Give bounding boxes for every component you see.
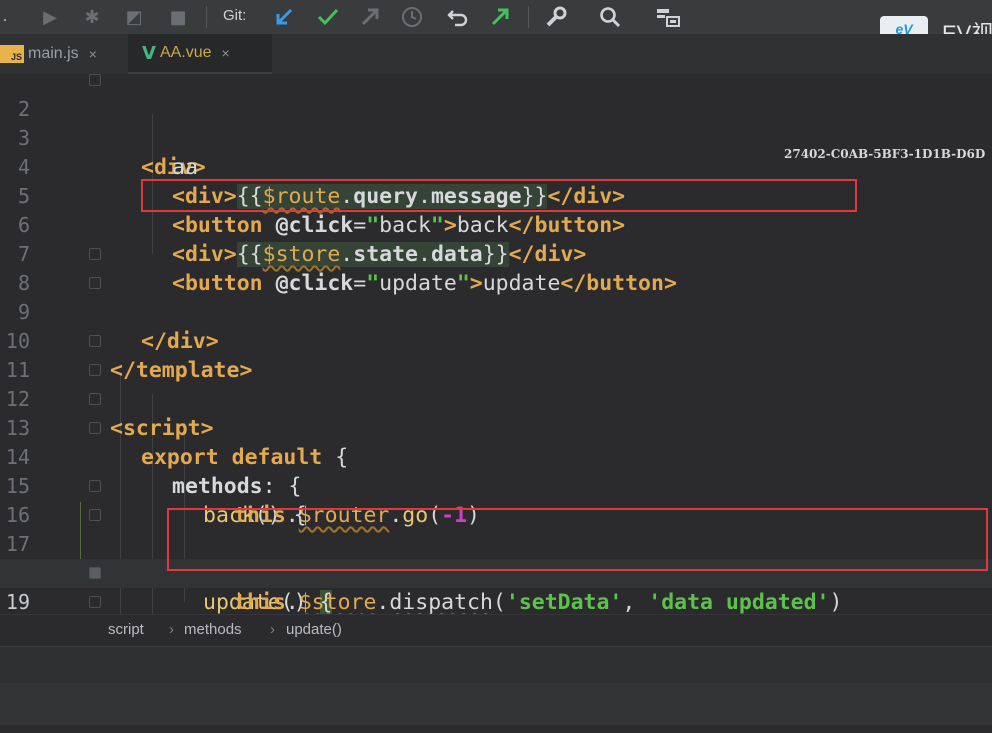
git-commit-icon[interactable] — [316, 5, 340, 29]
breadcrumb: script › methods › update() — [0, 614, 992, 647]
structure-icon[interactable] — [654, 5, 682, 29]
code-line[interactable]: 2 <div> — [0, 66, 992, 180]
vue-file-icon: V — [142, 42, 156, 64]
fold-marker[interactable] — [89, 364, 101, 376]
status-bar — [0, 683, 992, 725]
fold-marker[interactable] — [89, 74, 101, 86]
settings-wrench-icon[interactable] — [544, 5, 568, 29]
git-update-icon[interactable] — [272, 5, 296, 29]
debug-icon[interactable]: ✱ — [80, 5, 104, 29]
breadcrumb-item-methods[interactable]: methods — [184, 621, 242, 638]
code-line[interactable]: 11 <script> — [0, 327, 992, 441]
toolbar: . ▶ ✱ ◩ ■ Git: — [0, 0, 992, 34]
close-icon[interactable]: × — [222, 45, 230, 61]
code-line[interactable]: 16 }, — [0, 472, 992, 586]
code-line[interactable]: 3 aa — [0, 95, 992, 180]
code-line[interactable]: 15 this.$router.go(-1) — [0, 443, 992, 528]
bottom-panel — [0, 646, 992, 725]
code-line[interactable]: 7 <button @click="update">update</button… — [0, 211, 992, 296]
breadcrumb-separator: › — [270, 621, 275, 638]
code-line[interactable]: 9 </template> — [0, 269, 992, 383]
highlight-box-dispatch — [167, 508, 988, 571]
code-line[interactable]: 20 } — [0, 588, 992, 702]
stop-icon[interactable]: ■ — [166, 5, 190, 29]
tab-label: main.js — [28, 45, 79, 62]
breadcrumb-item-update[interactable]: update() — [286, 621, 342, 638]
breadcrumb-item-script[interactable]: script — [108, 621, 144, 638]
fold-marker[interactable] — [89, 509, 101, 521]
fold-marker[interactable] — [89, 248, 101, 260]
code-line[interactable]: 12 export default { — [0, 356, 992, 470]
git-label: Git: — [223, 7, 247, 24]
close-icon[interactable]: × — [89, 46, 97, 62]
git-pull-icon[interactable] — [488, 5, 512, 29]
fold-marker[interactable] — [89, 277, 101, 289]
fold-marker[interactable] — [89, 422, 101, 434]
breadcrumb-separator: › — [169, 621, 174, 638]
toolbar-separator — [206, 6, 207, 28]
fold-marker[interactable] — [89, 335, 101, 347]
tab-label: AA.vue — [159, 44, 212, 61]
git-rollback-icon[interactable] — [446, 5, 470, 29]
partial-toolbar-icon[interactable]: . — [0, 5, 10, 29]
js-file-icon: JS — [0, 45, 24, 63]
toolbar-separator — [528, 6, 529, 28]
code-line[interactable]: 13 methods: { — [0, 385, 992, 499]
fold-marker[interactable] — [89, 596, 101, 608]
run-icon[interactable]: ▶ — [38, 5, 62, 29]
code-line[interactable]: 10 — [0, 298, 992, 353]
fold-marker[interactable] — [89, 480, 101, 492]
fold-marker[interactable] — [89, 567, 101, 579]
fold-marker[interactable] — [89, 393, 101, 405]
coverage-icon[interactable]: ◩ — [122, 5, 146, 29]
git-history-icon[interactable] — [400, 5, 424, 29]
search-icon[interactable] — [598, 5, 622, 29]
git-push-icon[interactable] — [358, 5, 382, 29]
code-line[interactable]: 8 </div> — [0, 240, 992, 354]
watermark-text: 27402-C0AB-5BF3-1D1B-D6D — [784, 147, 986, 161]
code-line[interactable]: 14 back() { — [0, 414, 992, 528]
highlight-box-store-state — [141, 179, 857, 212]
